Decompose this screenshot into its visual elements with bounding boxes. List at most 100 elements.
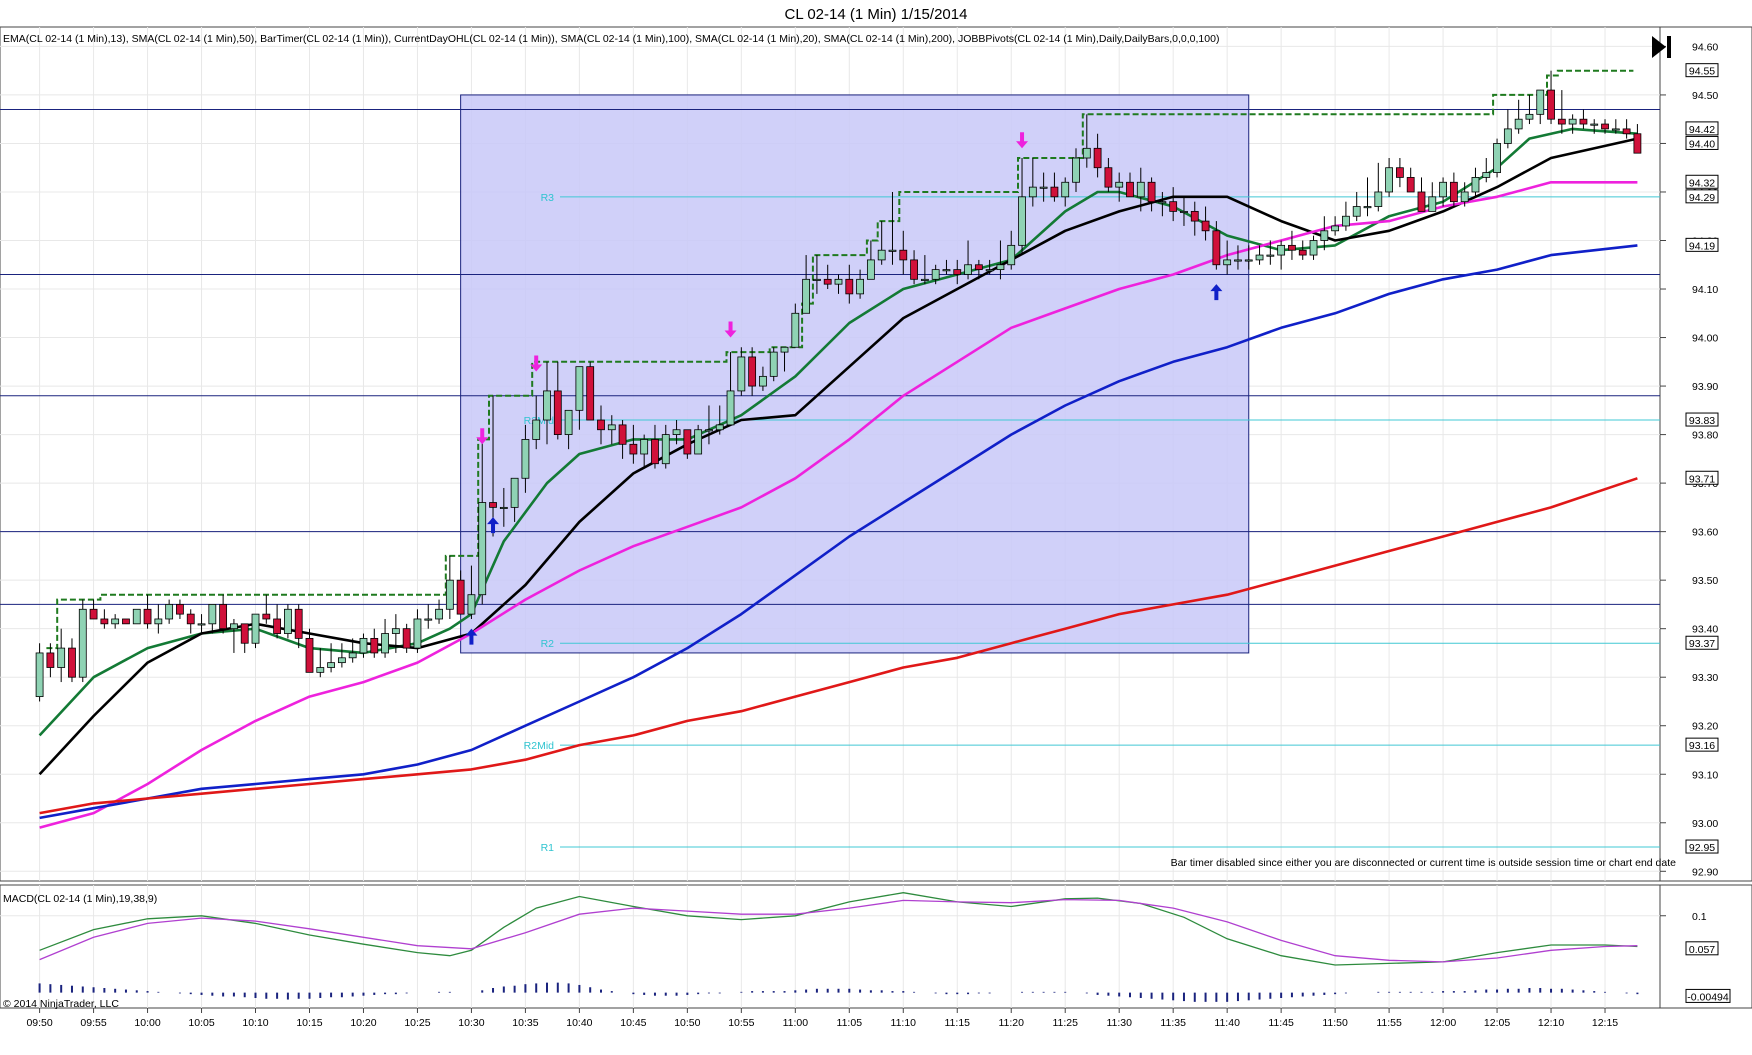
candle-body [1568,118,1577,125]
candle-body [651,439,659,465]
candle-body [1557,118,1566,125]
candle-body [305,637,314,673]
candle-body [100,618,109,625]
candle-body [748,356,757,387]
candle-body [791,312,800,348]
candle-body [683,429,692,455]
candle-body [359,637,368,654]
candle-body [1590,123,1599,126]
pivot-label: R2Mid [524,740,555,752]
time-tick-label: 12:15 [1592,1017,1618,1029]
go-to-end-button[interactable] [1646,33,1678,59]
macd-marker-label: 0.057 [1689,944,1715,956]
candle-body [532,419,541,440]
candle-body [1255,254,1264,261]
indicator-legend: EMA(CL 02-14 (1 Min),13), SMA(CL 02-14 (… [3,33,1219,45]
candle-body [1136,181,1145,198]
copyright: © 2014 NinjaTrader, LLC [3,998,119,1010]
candle-body [953,269,962,275]
candle-body [208,604,217,625]
candle-body [1601,123,1609,130]
candle-body [435,608,443,620]
candle-body [759,375,767,387]
pivot-label: R1 [541,842,555,854]
candle-body [910,259,918,280]
candle-body [1352,206,1361,217]
candle-body [197,623,206,626]
time-tick-label: 09:55 [80,1017,106,1029]
candle-body [510,477,519,508]
time-tick-label: 11:50 [1322,1017,1348,1029]
candle-body [186,613,195,625]
candle-body [391,628,400,634]
price-tick-label: 93.30 [1692,672,1718,684]
candle-body [413,618,422,649]
candle-body [219,604,228,630]
chart-canvas: CL 02-14 (1 Min) 1/15/2014 R3R2MidR2R2Mi… [0,0,1752,1055]
candle-body [1190,210,1199,222]
time-tick-label: 10:00 [134,1017,160,1029]
candle-body [424,618,433,621]
candle-body [877,249,886,261]
price-tick-label: 93.90 [1692,381,1718,393]
candle-body [1277,244,1286,256]
candle-body [985,269,994,272]
candle-body [1104,167,1113,188]
price-tick-label: 93.40 [1692,624,1718,636]
price-marker-label: 92.95 [1689,842,1715,854]
candle-body [1201,220,1210,232]
candle-body [1503,128,1512,144]
candle-body [1611,128,1620,131]
candle-body [370,637,379,654]
candle-body [769,351,778,377]
price-marker-label: 93.71 [1689,473,1715,485]
candle-body [1158,201,1167,204]
candle-body [1395,167,1404,178]
time-tick-label: 11:55 [1376,1017,1402,1029]
candle-body [445,579,454,610]
time-tick-label: 11:20 [998,1017,1024,1029]
candle-body [1180,210,1188,213]
time-tick-label: 11:00 [783,1017,809,1029]
price-tick-label: 93.60 [1692,527,1718,539]
candle-body [1514,118,1523,130]
candle-body [1061,181,1070,198]
price-tick-label: 94.50 [1692,90,1718,102]
time-tick-label: 11:40 [1214,1017,1240,1029]
candle-body [1374,191,1383,207]
time-tick-label: 11:15 [945,1017,971,1029]
candle-body [262,613,271,620]
macd-marker-label: -0.00494 [1687,991,1729,1003]
candle-body [89,608,98,620]
candle-body [35,652,44,698]
candle-body [1342,215,1350,227]
candle-body [1082,147,1091,159]
candle-body [974,264,983,271]
candle-body [586,366,595,421]
candle-body [1536,89,1545,115]
time-tick-label: 10:25 [404,1017,430,1029]
candle-body [316,667,325,673]
candle-body [57,647,66,668]
candle-body [132,608,141,625]
candle-body [996,264,1005,271]
candle-body [337,657,346,664]
price-tick-label: 93.50 [1692,575,1718,587]
candle-body [456,579,465,615]
candle-body [845,278,854,295]
candle-body [1115,181,1124,188]
time-tick-label: 12:05 [1484,1017,1510,1029]
time-tick-label: 10:05 [188,1017,214,1029]
candle-body [1093,147,1102,169]
candle-body [402,628,411,649]
candle-body [1212,230,1221,266]
candle-body [575,366,584,411]
time-tick-label: 10:35 [512,1017,538,1029]
time-tick-label: 10:50 [674,1017,700,1029]
macd-tick-label: 0.1 [1692,911,1707,923]
candle-body [607,424,616,431]
candle-body [122,618,130,625]
time-tick-label: 10:20 [350,1017,376,1029]
candle-body [521,439,530,479]
candle-body [888,249,897,252]
